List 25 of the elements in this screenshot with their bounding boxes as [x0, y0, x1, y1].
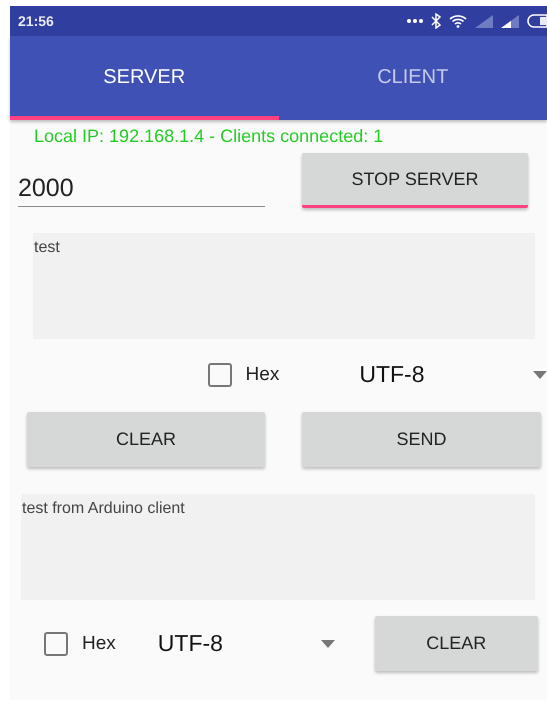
send-message-field[interactable]: test [33, 233, 535, 339]
tab[interactable]: CLIENT [278, 36, 547, 120]
wifi-icon [449, 14, 467, 28]
bluetooth-icon [431, 13, 441, 29]
more-dots-icon [407, 19, 423, 23]
clear-button[interactable]: CLEAR [374, 616, 538, 671]
hex-checkbox[interactable] [44, 632, 68, 656]
clock-time: 21:56 [18, 13, 54, 29]
signal-icon [475, 14, 493, 28]
encoding-dropdown[interactable]: UTF-8 [158, 630, 335, 657]
received-message-field[interactable]: test from Arduino client [21, 494, 535, 600]
connection-status-text: Local IP: 192.168.1.4 - Clients connected: 1 [34, 126, 384, 147]
send-button[interactable]: SEND [302, 412, 541, 467]
stop-server-button[interactable]: STOP SERVER [302, 153, 528, 208]
hex-label: Hex [246, 364, 280, 386]
hex-label: Hex [82, 632, 116, 654]
encoding-dropdown[interactable]: UTF-8 [359, 361, 547, 388]
port-field[interactable]: 2000 [18, 170, 265, 206]
hex-checkbox[interactable] [208, 362, 232, 386]
dropdown-arrow-icon [320, 640, 335, 648]
battery-icon [527, 14, 547, 28]
dropdown-arrow-icon [533, 370, 547, 378]
tab[interactable]: SERVER [10, 36, 278, 120]
signal-icon [501, 14, 519, 28]
clear-button[interactable]: CLEAR [27, 412, 265, 467]
